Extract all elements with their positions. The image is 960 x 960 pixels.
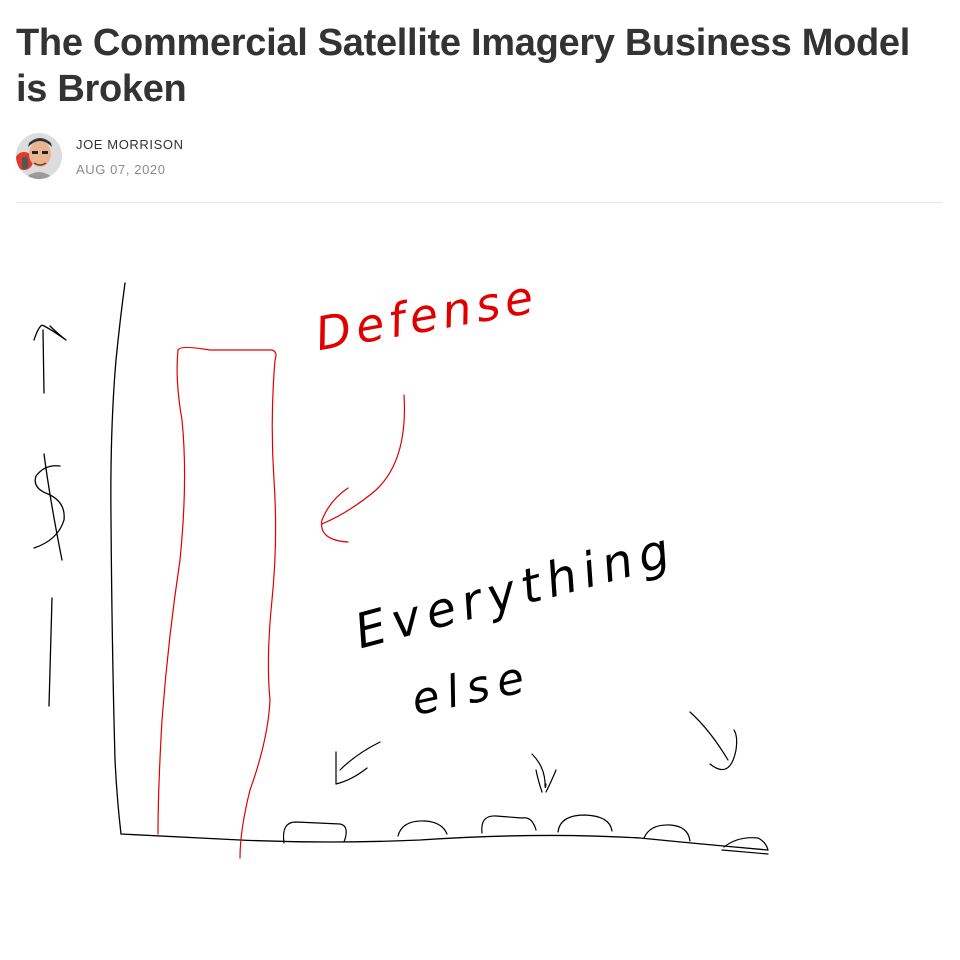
arrow-right	[689, 711, 738, 771]
defense-arrow	[320, 394, 406, 543]
small-bar-2	[397, 820, 448, 837]
arrow-middle	[531, 753, 557, 793]
small-bar-3	[481, 815, 537, 834]
divider	[16, 202, 942, 203]
small-bar-1	[282, 821, 347, 844]
defense-bar	[157, 346, 277, 859]
author-name[interactable]: JOE MORRISON	[76, 137, 184, 152]
y-axis-line	[110, 282, 126, 835]
small-bars	[282, 814, 769, 855]
up-arrow	[33, 324, 67, 394]
dash-line	[48, 597, 53, 707]
small-bar-4	[557, 814, 613, 833]
arrow-left	[335, 741, 381, 785]
article-title: The Commercial Satellite Imagery Busines…	[16, 22, 910, 110]
author-avatar[interactable]	[16, 133, 62, 179]
publish-date: AUG 07, 2020	[76, 162, 166, 177]
dollar-sign-drawing	[33, 453, 65, 561]
y-axis-annotation	[33, 324, 67, 707]
x-axis-line	[120, 833, 769, 851]
small-bar-arrows	[335, 711, 738, 793]
